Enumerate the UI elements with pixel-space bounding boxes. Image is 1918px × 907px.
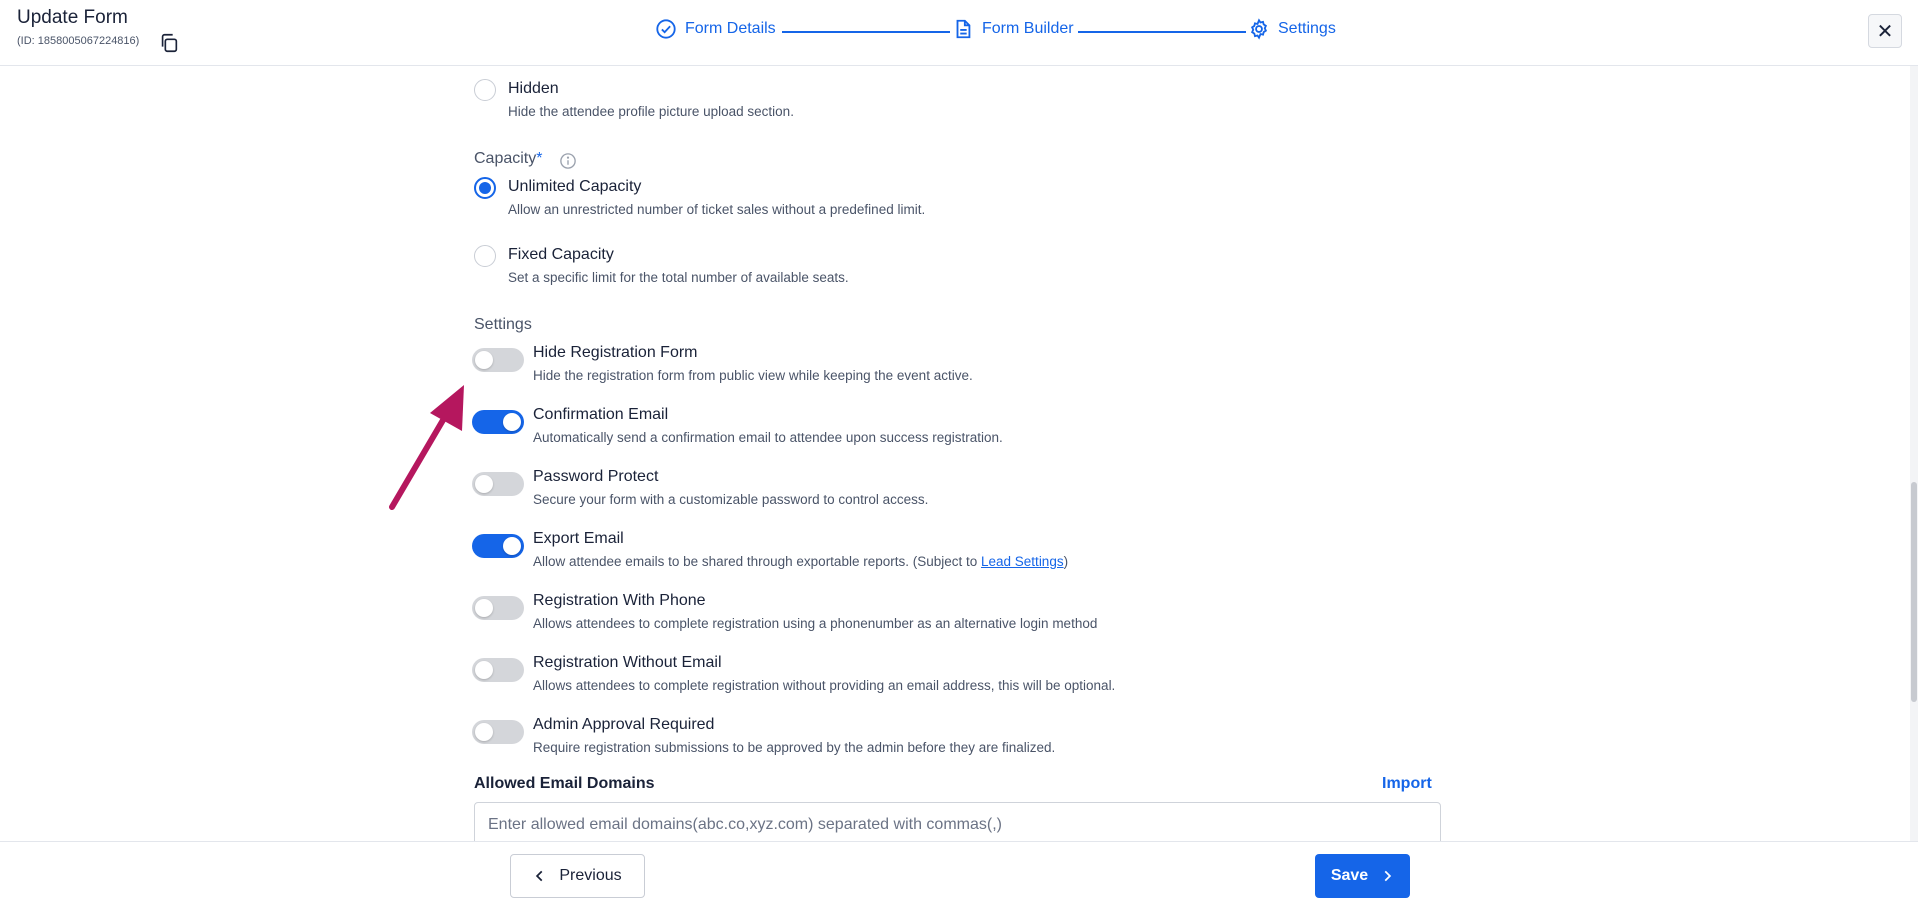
- save-button[interactable]: Save: [1315, 854, 1410, 898]
- setting-title: Export Email: [533, 530, 624, 547]
- fixed-capacity-radio[interactable]: [474, 245, 496, 267]
- setting-title: Admin Approval Required: [533, 716, 715, 733]
- import-link[interactable]: Import: [1382, 775, 1432, 793]
- allowed-email-domains-label: Allowed Email Domains: [474, 775, 655, 792]
- setting-description: Secure your form with a customizable pas…: [533, 492, 929, 507]
- option-description: Set a specific limit for the total numbe…: [508, 270, 849, 285]
- export-email-toggle[interactable]: [472, 534, 524, 558]
- scrollbar-track[interactable]: [1910, 66, 1918, 842]
- previous-label: Previous: [559, 867, 622, 884]
- setting-description: Hide the registration form from public v…: [533, 368, 973, 383]
- page-title: Update Form: [17, 7, 128, 28]
- setting-description: Automatically send a confirmation email …: [533, 430, 1003, 445]
- setting-description: Require registration submissions to be a…: [533, 740, 1056, 755]
- form-id: (ID: 1858005067224816): [17, 35, 140, 47]
- copy-icon[interactable]: [158, 32, 180, 54]
- gear-icon: [1250, 18, 1268, 40]
- setting-title: Confirmation Email: [533, 406, 669, 423]
- step-label: Form Details: [685, 20, 776, 37]
- previous-button[interactable]: Previous: [510, 854, 645, 898]
- option-title: Fixed Capacity: [508, 246, 614, 263]
- check-circle-icon: [656, 19, 676, 39]
- option-description: Hide the attendee profile picture upload…: [508, 104, 794, 119]
- setting-title: Registration With Phone: [533, 592, 706, 609]
- option-title: Unlimited Capacity: [508, 178, 642, 195]
- chevron-right-icon: [1384, 870, 1392, 882]
- capacity-label: Capacity*: [474, 150, 543, 167]
- setting-description: Allows attendees to complete registratio…: [533, 616, 1098, 631]
- step-settings[interactable]: Settings: [1248, 18, 1336, 40]
- scrollbar-thumb[interactable]: [1911, 482, 1917, 702]
- chevron-left-icon: [536, 870, 543, 882]
- lead-settings-link[interactable]: Lead Settings: [981, 554, 1064, 569]
- header: Update Form (ID: 1858005067224816) Form …: [0, 0, 1918, 66]
- close-icon: ✕: [1876, 20, 1894, 43]
- unlimited-capacity-radio[interactable]: [474, 177, 496, 199]
- form-settings-content: Hidden Hide the attendee profile picture…: [0, 67, 1918, 841]
- step-label: Settings: [1278, 20, 1336, 37]
- step-connector: [782, 31, 950, 33]
- registration-without-email-toggle[interactable]: [472, 658, 524, 682]
- step-form-builder[interactable]: Form Builder: [952, 18, 1074, 40]
- save-label: Save: [1330, 867, 1369, 884]
- setting-title: Hide Registration Form: [533, 344, 698, 361]
- setting-title: Password Protect: [533, 468, 659, 485]
- step-label: Form Builder: [982, 20, 1074, 37]
- setting-description: Allow attendee emails to be shared throu…: [533, 554, 1069, 569]
- option-description: Allow an unrestricted number of ticket s…: [508, 202, 926, 217]
- step-form-details[interactable]: Form Details: [655, 18, 776, 40]
- close-button[interactable]: ✕: [1868, 14, 1902, 48]
- annotation-arrow-icon: [389, 385, 464, 510]
- update-form-page: Update Form (ID: 1858005067224816) Form …: [0, 0, 1918, 907]
- profile-picture-hidden-radio[interactable]: [474, 79, 496, 101]
- settings-section-label: Settings: [474, 316, 532, 333]
- option-title: Hidden: [508, 80, 559, 97]
- document-icon: [956, 19, 971, 39]
- setting-description: Allows attendees to complete registratio…: [533, 678, 1116, 693]
- registration-with-phone-toggle[interactable]: [472, 596, 524, 620]
- required-mark: *: [536, 150, 543, 167]
- admin-approval-required-toggle[interactable]: [472, 720, 524, 744]
- hide-registration-form-toggle[interactable]: [472, 348, 524, 372]
- footer: Previous Save: [0, 841, 1918, 907]
- setting-title: Registration Without Email: [533, 654, 722, 671]
- info-icon[interactable]: [559, 152, 577, 170]
- step-connector: [1078, 31, 1246, 33]
